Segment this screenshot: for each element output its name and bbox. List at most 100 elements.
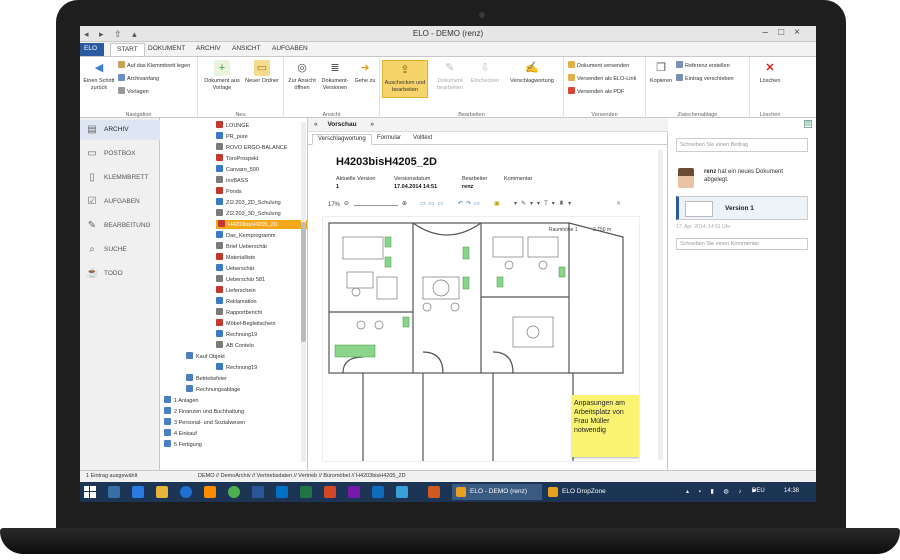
clipboard-button[interactable]: Auf das Klemmbrett legen <box>118 61 190 69</box>
nav-item-todo[interactable]: ☕ TODO <box>80 264 160 284</box>
comment-input[interactable]: Schreiben Sie einen Kommentar <box>676 238 808 250</box>
fit-buttons[interactable]: ▭▭▭ <box>420 200 446 207</box>
tree-item[interactable]: ZI2.203_3D_Schulung <box>216 209 281 218</box>
tree-item[interactable]: InvBASS <box>216 176 248 185</box>
tree-item[interactable]: Materialliste <box>216 253 255 262</box>
close-button[interactable]: × <box>794 27 810 38</box>
powerpoint-icon[interactable] <box>324 486 336 498</box>
doc-versions-button[interactable]: ≣ Dokument-Versionen <box>318 60 352 92</box>
system-tray-icons[interactable]: ▴ ▪ ▮ ◍ ♪ ⚑ <box>686 488 760 495</box>
tree-item[interactable]: 4 Einkauf <box>164 429 197 438</box>
tab-elo[interactable]: ELO <box>80 43 104 56</box>
tree-item[interactable]: Rapportbericht <box>216 308 262 317</box>
minimize-button[interactable]: – <box>763 27 779 38</box>
internet-explorer-icon[interactable] <box>180 486 192 498</box>
create-reference-button[interactable]: Referenz erstellen <box>676 61 730 69</box>
send-pdf-button[interactable]: Versenden als PDF <box>568 87 624 95</box>
tree-item[interactable]: ToroProspekt <box>216 154 258 163</box>
tree-scrollbar[interactable] <box>301 122 306 462</box>
tree-item[interactable]: Das_Kernprogramm <box>216 231 276 240</box>
move-entry-button[interactable]: Eintrag verschieben <box>676 74 734 82</box>
feed-toggle-icon[interactable]: ▥ <box>804 120 812 128</box>
nav-item-bearbeitung[interactable]: ✎ BEARBEITUNG <box>80 216 160 236</box>
zoom-in-button[interactable]: ⊕ <box>402 200 407 207</box>
outlook-icon[interactable] <box>276 486 288 498</box>
skype-icon[interactable] <box>396 486 408 498</box>
edit-document-button[interactable]: ✎ Dokument bearbeiten <box>432 60 468 92</box>
back-button[interactable]: ◀ Einen Schritt zurück <box>82 60 116 92</box>
tree-item[interactable]: ROVO ERGO-BALANCE <box>216 143 287 152</box>
chrome-icon[interactable] <box>228 486 240 498</box>
app-icon[interactable] <box>428 486 440 498</box>
delete-button[interactable]: ✕ Löschen <box>754 60 786 85</box>
tree-item[interactable]: Ueberschär 581 <box>216 275 265 284</box>
nav-item-klemmbrett[interactable]: ▯ KLEMMBRETT <box>80 168 160 188</box>
excel-icon[interactable] <box>300 486 312 498</box>
preview-nav[interactable]: « <box>314 121 318 128</box>
tree-item[interactable]: Reklamation <box>216 297 257 306</box>
zoom-out-button[interactable]: ⊖ <box>344 200 349 207</box>
tree-item[interactable]: ZI2.203_2D_Schulung <box>216 198 281 207</box>
clear-annotations-icon[interactable]: ✕ <box>616 200 621 207</box>
new-folder-button[interactable]: ▭ Neuer Ordner <box>244 60 280 85</box>
tab-dokument[interactable]: DOKUMENT <box>142 43 191 56</box>
goto-button[interactable]: ➜ Gehe zu <box>354 60 376 85</box>
checkin-button[interactable]: ⇩ Einchecken <box>470 60 500 85</box>
tree-item[interactable]: Brief Ueberschär <box>216 242 267 251</box>
word-icon[interactable] <box>252 486 264 498</box>
keywording-button[interactable]: ✍ Verschlagwortung <box>504 60 560 85</box>
templates-button[interactable]: Vorlagen <box>118 87 149 95</box>
tree-item[interactable]: Rechnungsablage <box>186 385 240 394</box>
annotation-tools[interactable]: ▾✎▾▾T▾♜▾ <box>514 200 575 207</box>
preview-scrollbar[interactable] <box>658 150 663 460</box>
send-document-button[interactable]: Dokument versenden <box>568 61 629 69</box>
windows-start-icon[interactable] <box>84 486 96 498</box>
tree-item[interactable]: 5 Fertigung <box>164 440 202 449</box>
copy-button[interactable]: ❐ Kopieren <box>648 60 674 85</box>
post-input[interactable]: Schreiben Sie einen Beitrag <box>676 138 808 152</box>
tab-volltext[interactable]: Volltext <box>408 134 437 145</box>
tree-item[interactable]: Ueberschär <box>216 264 254 273</box>
send-link-button[interactable]: Versenden als ELO-Link <box>568 74 636 82</box>
tab-verschlagwortung[interactable]: Verschlagwortung <box>312 134 372 145</box>
tree-item[interactable]: 1 Anlagen <box>164 396 198 405</box>
checkout-edit-button[interactable]: ⇪ Auschecken und bearbeiten <box>382 60 428 98</box>
tab-ansicht[interactable]: ANSICHT <box>226 43 267 56</box>
onenote-icon[interactable] <box>348 486 360 498</box>
preview-nav-forward[interactable]: » <box>370 121 374 128</box>
tree-item[interactable]: Rechnung19 <box>216 330 257 339</box>
lync-icon[interactable] <box>372 486 384 498</box>
maximize-button[interactable]: □ <box>778 27 794 38</box>
open-view-button[interactable]: ◎ Zur Ansicht öffnen <box>286 60 318 92</box>
tree-item[interactable]: LOUNGE <box>216 121 249 130</box>
firefox-icon[interactable] <box>204 486 216 498</box>
tab-archiv[interactable]: ARCHIV <box>190 43 227 56</box>
clock[interactable]: 14:38 <box>784 488 799 494</box>
tree-item[interactable]: 2 Finanzen und Buchhaltung <box>164 407 244 416</box>
tree-item[interactable]: Ponds <box>216 187 242 196</box>
version-card[interactable]: Version 1 <box>676 196 808 220</box>
tree-item[interactable]: Betriebsfeier <box>186 374 227 383</box>
tab-aufgaben[interactable]: AUFGABEN <box>266 43 314 56</box>
tab-formular[interactable]: Formular <box>372 134 406 145</box>
language-indicator[interactable]: DEU <box>752 488 765 494</box>
annotate-button[interactable]: ▣ <box>494 200 500 207</box>
tree-item[interactable]: Canvaro_500 <box>216 165 259 174</box>
folder-icon[interactable] <box>156 486 168 498</box>
task-elo-demo[interactable]: ELO - DEMO (renz) <box>452 484 542 500</box>
nav-item-archiv[interactable]: ▤ ARCHIV <box>80 120 160 140</box>
scrollbar-thumb[interactable] <box>301 222 306 342</box>
archive-start-button[interactable]: Archivanfang <box>118 74 159 82</box>
window-controls[interactable]: –□× <box>763 27 810 38</box>
task-elo-dropzone[interactable]: ELO DropZone <box>544 484 624 500</box>
tree-item[interactable]: Möbel-Begleitschein <box>216 319 276 328</box>
tree-item[interactable]: Kauf Objekt <box>186 352 225 361</box>
tree-item[interactable]: Lieferschein <box>216 286 256 295</box>
desktop-icon[interactable] <box>132 486 144 498</box>
tab-start[interactable]: START <box>110 43 145 56</box>
rotate-buttons[interactable]: ↶↷▭ <box>458 200 483 207</box>
doc-from-template-button[interactable]: + Dokument aus Vorlage <box>202 60 242 92</box>
nav-item-suche[interactable]: ⌕ SUCHE <box>80 240 160 260</box>
nav-item-aufgaben[interactable]: ☑ AUFGABEN <box>80 192 160 212</box>
tree-item[interactable]: AB Contelo <box>216 341 254 350</box>
